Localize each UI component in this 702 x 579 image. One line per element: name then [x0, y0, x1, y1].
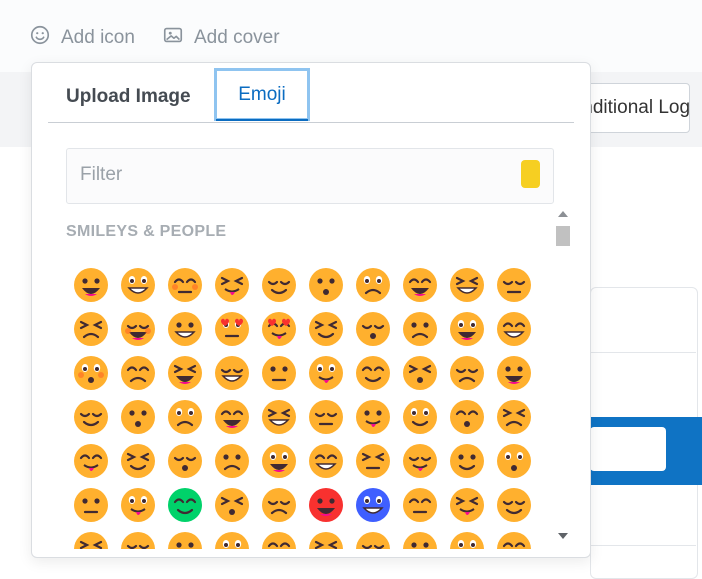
section-title: SMILEYS & PEOPLE	[66, 223, 227, 240]
beaming-face-emoji[interactable]	[212, 265, 252, 305]
cowboy-hat-face-emoji[interactable]	[118, 529, 158, 549]
zany-face-emoji[interactable]	[306, 353, 346, 393]
smiling-face-with-halo-emoji[interactable]	[165, 309, 205, 349]
winking-face-with-tongue-emoji[interactable]	[259, 353, 299, 393]
face-with-peeking-eye-emoji[interactable]	[118, 397, 158, 437]
partying-face-emoji[interactable]	[165, 529, 205, 549]
exploding-head-emoji[interactable]	[71, 529, 111, 549]
face-with-tears-of-joy-emoji[interactable]	[400, 265, 440, 305]
confused-face-emoji[interactable]	[400, 529, 440, 549]
face-blowing-kiss-emoji[interactable]	[353, 309, 393, 349]
add-icon-button[interactable]: Add icon	[29, 24, 135, 52]
tab-upload-image[interactable]: Upload Image	[66, 69, 191, 121]
money-mouth-face-emoji[interactable]	[400, 353, 440, 393]
smiling-face-with-hearts-emoji[interactable]	[212, 309, 252, 349]
hot-face-emoji[interactable]	[306, 485, 346, 525]
nerd-face-emoji[interactable]	[306, 529, 346, 549]
face-with-thermometer-emoji[interactable]	[71, 485, 111, 525]
saluting-face-emoji[interactable]	[165, 397, 205, 437]
star-struck-emoji[interactable]	[306, 309, 346, 349]
slightly-smiling-face-emoji[interactable]	[447, 265, 487, 305]
tab-emoji[interactable]: Emoji	[214, 68, 310, 121]
smiley-icon	[29, 24, 51, 52]
slightly-frowning-face-emoji[interactable]	[494, 529, 534, 549]
add-cover-button[interactable]: Add cover	[162, 24, 280, 52]
face-savoring-food-emoji[interactable]	[165, 353, 205, 393]
grinning-face-with-smiling-eyes-emoji[interactable]	[165, 265, 205, 305]
background-input[interactable]	[590, 427, 666, 471]
grinning-face-emoji[interactable]	[71, 265, 111, 305]
grinning-squinting-face-emoji[interactable]	[259, 265, 299, 305]
woozy-face-emoji[interactable]	[400, 485, 440, 525]
panel-divider	[590, 545, 696, 546]
drooling-face-emoji[interactable]	[400, 441, 440, 481]
icon-picker-popover: Upload Image Emoji SMILEYS & PEOPLE	[31, 62, 591, 558]
squinting-face-with-tongue-emoji[interactable]	[353, 353, 393, 393]
panel-divider	[590, 352, 696, 353]
pensive-face-emoji[interactable]	[306, 441, 346, 481]
face-with-medical-mask-emoji[interactable]	[494, 441, 534, 481]
face-with-monocle-emoji[interactable]	[353, 529, 393, 549]
smiling-face-with-smiling-eyes-emoji[interactable]	[118, 309, 158, 349]
unamused-face-emoji[interactable]	[494, 397, 534, 437]
kissing-face-with-closed-eyes-emoji[interactable]	[494, 309, 534, 349]
scrollbar[interactable]	[554, 206, 572, 548]
smirking-face-emoji[interactable]	[447, 397, 487, 437]
nauseated-face-emoji[interactable]	[165, 485, 205, 525]
kissing-face-with-smiling-eyes-emoji[interactable]	[71, 353, 111, 393]
face-with-spiral-eyes-emoji[interactable]	[494, 485, 534, 525]
face-vomiting-emoji[interactable]	[212, 485, 252, 525]
winking-face-emoji[interactable]	[71, 309, 111, 349]
emoji-filter	[66, 148, 554, 204]
emoji-grid	[66, 255, 556, 549]
picker-tabs: Upload Image Emoji	[48, 68, 574, 123]
face-with-crossed-out-eyes-emoji[interactable]	[447, 485, 487, 525]
disguised-face-emoji[interactable]	[212, 529, 252, 549]
face-with-rolling-eyes-emoji[interactable]	[71, 441, 111, 481]
sneezing-face-emoji[interactable]	[259, 485, 299, 525]
kissing-face-emoji[interactable]	[400, 309, 440, 349]
relieved-face-emoji[interactable]	[259, 441, 299, 481]
scroll-down-arrow-icon[interactable]	[558, 533, 568, 539]
hugging-face-emoji[interactable]	[447, 353, 487, 393]
face-with-hand-over-mouth-emoji[interactable]	[71, 397, 111, 437]
smiling-face-with-heart-eyes-emoji[interactable]	[259, 309, 299, 349]
scrollbar-thumb[interactable]	[556, 226, 570, 246]
zipper-mouth-face-emoji[interactable]	[353, 397, 393, 437]
image-icon	[162, 24, 184, 52]
grimacing-face-emoji[interactable]	[118, 441, 158, 481]
face-exhaling-emoji[interactable]	[165, 441, 205, 481]
face-with-diagonal-mouth-emoji[interactable]	[306, 397, 346, 437]
filter-input[interactable]	[67, 149, 500, 201]
smiling-face-with-tear-emoji[interactable]	[118, 353, 158, 393]
smiling-face-with-sunglasses-emoji[interactable]	[259, 529, 299, 549]
lying-face-emoji[interactable]	[212, 441, 252, 481]
add-icon-label: Add icon	[61, 27, 135, 48]
worried-face-emoji[interactable]	[447, 529, 487, 549]
skin-tone-selector[interactable]	[521, 160, 540, 188]
grinning-face-with-sweat-emoji[interactable]	[306, 265, 346, 305]
grinning-face-with-big-eyes-emoji[interactable]	[118, 265, 158, 305]
rolling-on-floor-laughing-emoji[interactable]	[353, 265, 393, 305]
face-with-head-bandage-emoji[interactable]	[118, 485, 158, 525]
add-cover-label: Add cover	[194, 27, 280, 48]
sleepy-face-emoji[interactable]	[353, 441, 393, 481]
upside-down-face-emoji[interactable]	[494, 265, 534, 305]
smiling-face-emoji[interactable]	[447, 309, 487, 349]
thinking-face-emoji[interactable]	[259, 397, 299, 437]
cold-face-emoji[interactable]	[353, 485, 393, 525]
dotted-line-face-emoji[interactable]	[400, 397, 440, 437]
face-with-tongue-emoji[interactable]	[212, 353, 252, 393]
sleeping-face-emoji[interactable]	[447, 441, 487, 481]
scroll-up-arrow-icon[interactable]	[558, 211, 568, 217]
face-with-open-eyes-and-hand-over-mouth-emoji[interactable]	[494, 353, 534, 393]
shushing-face-emoji[interactable]	[212, 397, 252, 437]
